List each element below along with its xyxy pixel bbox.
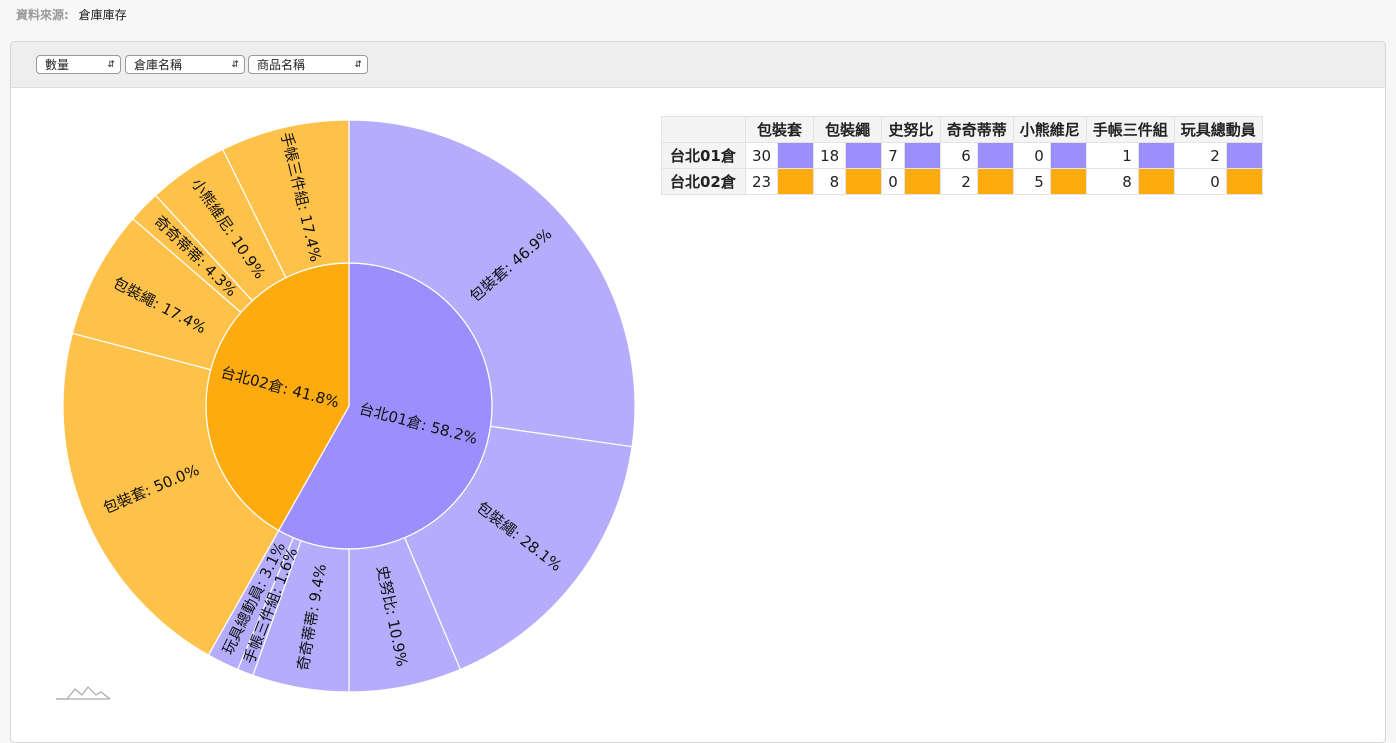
legend-column-header[interactable]: 玩具總動員 [1173, 116, 1263, 143]
legend-row-header[interactable]: 台北02倉 [661, 168, 746, 195]
legend-value-cell: 2 [1173, 142, 1227, 169]
legend-value-cell: 1 [1085, 142, 1139, 169]
legend-value-cell: 7 [881, 142, 905, 169]
legend-color-swatch [903, 142, 941, 169]
legend-color-swatch [777, 142, 815, 169]
legend-color-swatch [1137, 168, 1175, 195]
legend-value-cell: 8 [813, 168, 847, 195]
legend-value-cell: 8 [1085, 168, 1139, 195]
legend-color-swatch [976, 168, 1014, 195]
legend-value-cell: 0 [1173, 168, 1227, 195]
legend-value-cell: 23 [744, 168, 779, 195]
legend-value-cell: 0 [881, 168, 905, 195]
sunburst-chart: 台北01倉: 58.2%包裝套: 46.9%包裝繩: 28.1%史努比: 10.… [62, 119, 636, 693]
pivot-panel: 數量 ⇵ 倉庫名稱 ⇵ 商品名稱 ⇵ 台北01倉: 58.2% 包裝套: 46.9… [10, 41, 1386, 743]
data-source-label: 資料來源: [16, 8, 69, 22]
legend-color-swatch [903, 168, 941, 195]
legend-column-header[interactable]: 包裝套 [744, 116, 815, 143]
mountain-chart-icon[interactable] [55, 683, 111, 701]
legend-row-header[interactable]: 台北01倉 [661, 142, 746, 169]
legend-color-swatch [1049, 168, 1087, 195]
legend-column-header[interactable]: 史努比 [881, 116, 941, 143]
legend-color-swatch [845, 168, 883, 195]
data-source-bar: 資料來源: 倉庫庫存 [16, 6, 127, 23]
legend-color-swatch [976, 142, 1014, 169]
legend-value-cell: 6 [939, 142, 978, 169]
data-source-value: 倉庫庫存 [78, 8, 127, 22]
legend-table: 包裝套 包裝繩 史努比 奇奇蒂蒂 小熊維尼 手帳三件組 玩具總動員 台北01倉 30 18 7 6 0… [661, 116, 1263, 195]
legend-column-header[interactable]: 包裝繩 [813, 116, 883, 143]
legend-column-header[interactable]: 小熊維尼 [1012, 116, 1087, 143]
legend-value-cell: 18 [813, 142, 847, 169]
legend-color-swatch [777, 168, 815, 195]
legend-color-swatch [1225, 168, 1263, 195]
legend-column-header[interactable]: 手帳三件組 [1085, 116, 1175, 143]
legend-color-swatch [1049, 142, 1087, 169]
legend-row: 台北01倉 30 18 7 6 0 1 2 [661, 142, 1263, 169]
legend-row: 台北02倉 23 8 0 2 5 8 0 [661, 168, 1263, 195]
legend-value-cell: 30 [744, 142, 779, 169]
legend-value-cell: 2 [939, 168, 978, 195]
legend-color-swatch [1137, 142, 1175, 169]
legend-column-header[interactable]: 奇奇蒂蒂 [939, 116, 1014, 143]
legend-value-cell: 5 [1012, 168, 1051, 195]
legend-color-swatch [1225, 142, 1263, 169]
legend-corner-cell [661, 116, 746, 143]
legend-value-cell: 0 [1012, 142, 1051, 169]
legend-color-swatch [845, 142, 883, 169]
